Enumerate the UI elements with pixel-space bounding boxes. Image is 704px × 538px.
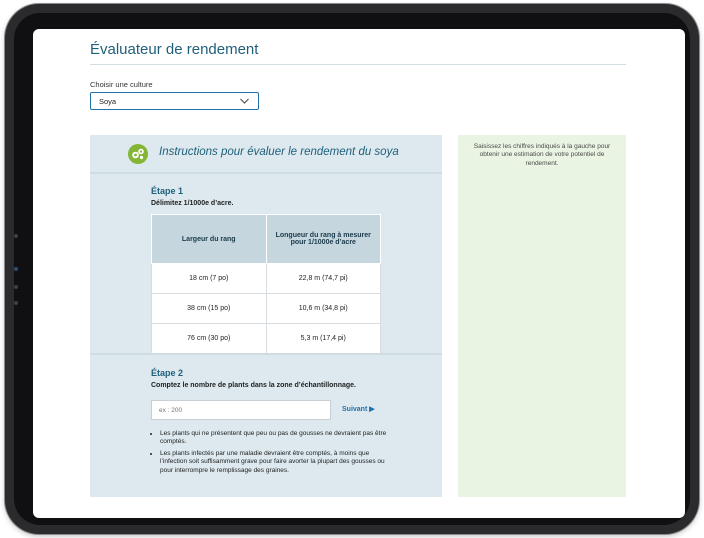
table-header: Longueur du rang à mesurer pour 1/1000e … <box>265 214 381 264</box>
table-cell: 76 cm (30 po) <box>151 323 267 354</box>
next-button[interactable]: Suivant ▶ <box>342 405 375 413</box>
tablet-frame: Évaluateur de rendement Choisir une cult… <box>5 4 699 534</box>
table-cell: 10,6 m (34,8 pi) <box>265 293 381 324</box>
seeds-icon <box>128 144 148 164</box>
step1-title: Étape 1 <box>151 186 184 196</box>
table-cell: 5,3 m (17,4 pi) <box>265 323 381 354</box>
list-item: Les plants qui ne présentent que peu ou … <box>160 430 390 446</box>
screen: Évaluateur de rendement Choisir une cult… <box>33 29 685 518</box>
row-length-table: Largeur du rang Longueur du rang à mesur… <box>151 214 381 354</box>
table-row: 76 cm (30 po) 5,3 m (17,4 pi) <box>151 323 381 354</box>
camera-dot <box>14 234 18 238</box>
title-divider <box>90 64 626 65</box>
step2-title: Étape 2 <box>151 368 184 378</box>
notes-list: Les plants qui ne présentent que peu ou … <box>151 430 390 479</box>
table-cell: 22,8 m (74,7 pi) <box>265 263 381 294</box>
camera-lens <box>14 267 18 271</box>
table-cell: 18 cm (7 po) <box>151 263 267 294</box>
instructions-header: Instructions pour évaluer le rendement d… <box>90 135 442 174</box>
step1-description: Délimitez 1/1000e d’acre. <box>151 200 234 207</box>
page-title: Évaluateur de rendement <box>90 41 259 58</box>
chevron-down-icon <box>240 98 249 104</box>
result-hint: Saisissez les chiffres indiqués à la gau… <box>473 143 611 167</box>
table-row: 38 cm (15 po) 10,6 m (34,8 pi) <box>151 293 381 324</box>
table-row: 18 cm (7 po) 22,8 m (74,7 pi) <box>151 263 381 294</box>
table-cell: 38 cm (15 po) <box>151 293 267 324</box>
crop-select-value: Soya <box>99 97 117 106</box>
instructions-title: Instructions pour évaluer le rendement d… <box>159 146 399 158</box>
sensor-dot <box>14 301 18 305</box>
step2-description: Comptez le nombre de plants dans la zone… <box>151 382 356 389</box>
result-panel: Saisissez les chiffres indiqués à la gau… <box>458 135 626 497</box>
crop-select[interactable]: Soya <box>90 92 259 110</box>
plant-count-input[interactable] <box>151 400 331 420</box>
list-item: Les plants infectés par une maladie devr… <box>160 450 390 474</box>
table-header: Largeur du rang <box>151 214 267 264</box>
crop-select-label: Choisir une culture <box>90 80 153 89</box>
step-divider <box>90 353 442 355</box>
instructions-panel: Instructions pour évaluer le rendement d… <box>90 135 442 497</box>
sensor-dot <box>14 285 18 289</box>
